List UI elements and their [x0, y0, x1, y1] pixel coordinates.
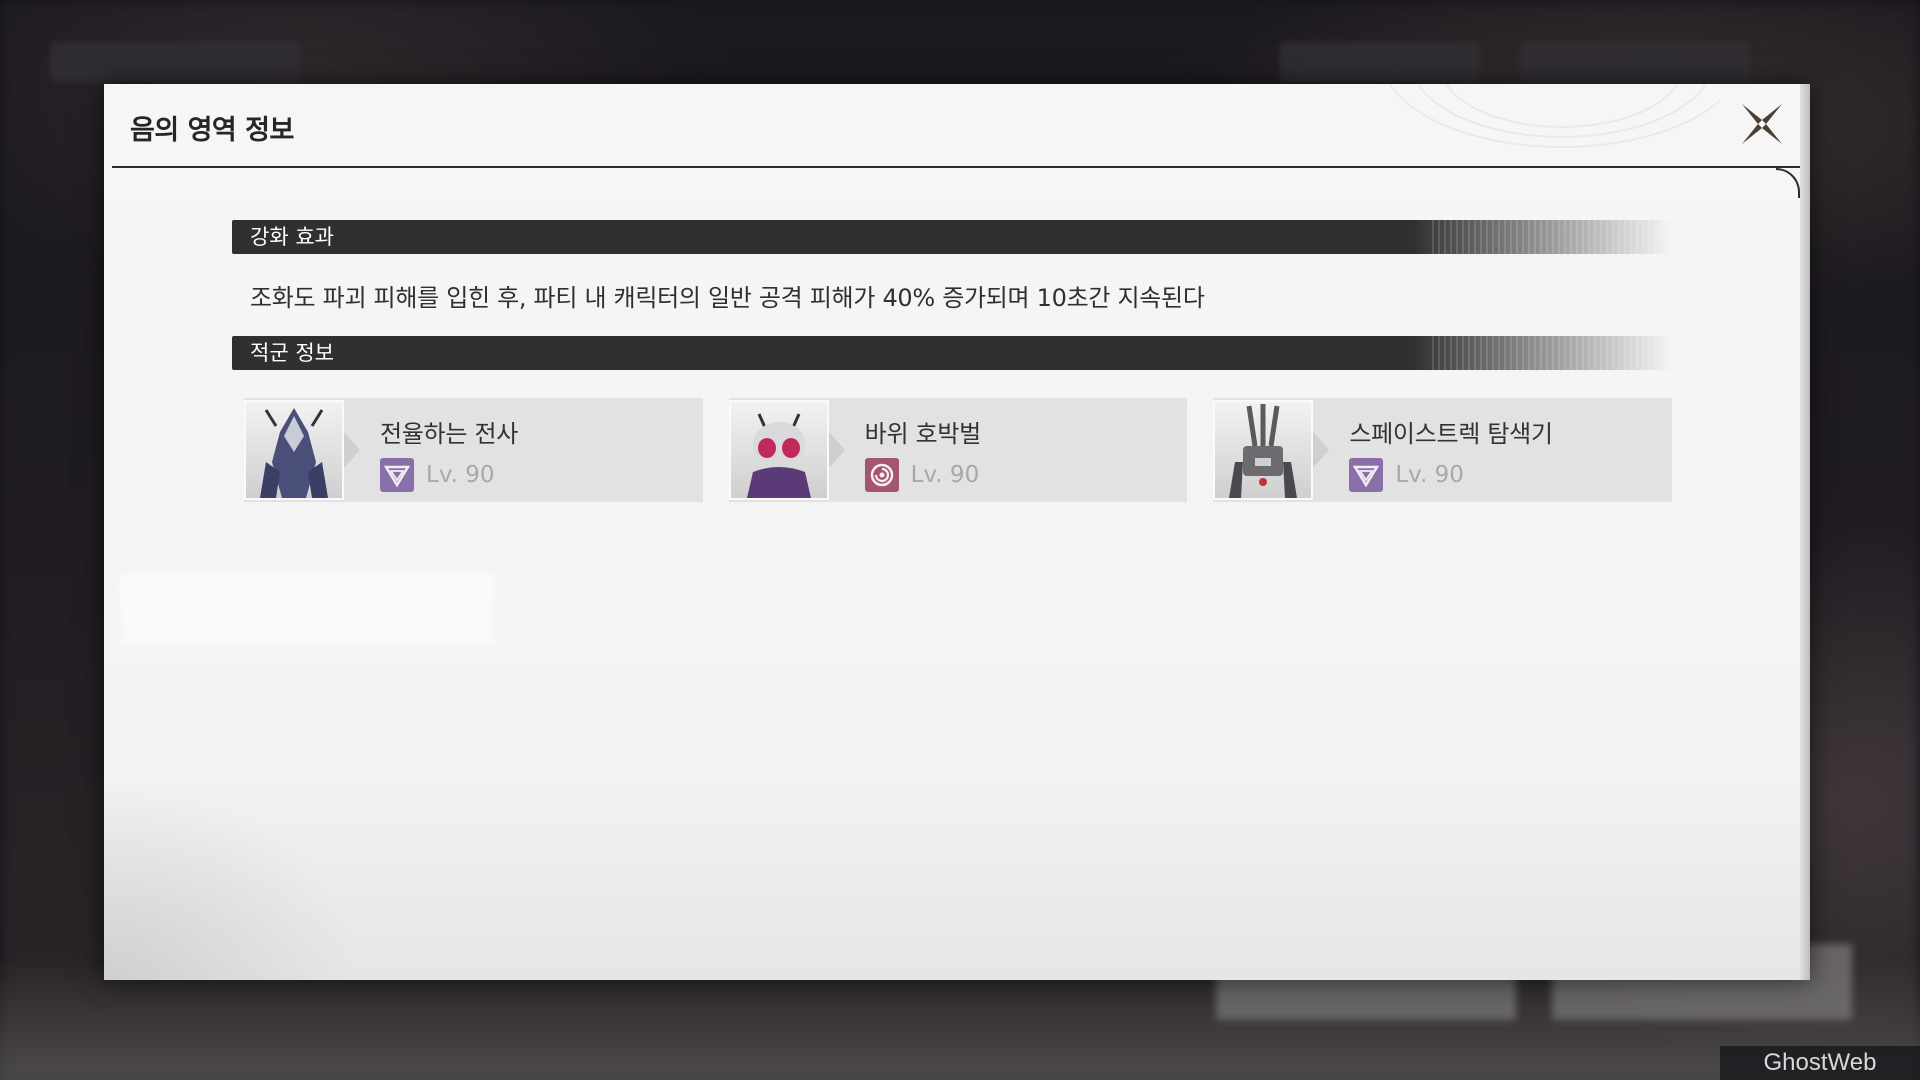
portrait-pointer — [828, 432, 845, 468]
buff-description: 조화도 파괴 피해를 입힌 후, 파티 내 캐릭터의 일반 공격 피해가 40%… — [250, 284, 1205, 312]
close-button[interactable] — [1736, 98, 1788, 150]
rock-bee-portrait — [728, 400, 829, 500]
armored-warrior-portrait — [244, 400, 344, 500]
enemy-card[interactable]: 전율하는 전사 Lv. 90 — [244, 398, 703, 502]
enemy-list: 전율하는 전사 Lv. 90 바위 호박벌 Lv. 90 스페이스트렉 탐색기 … — [232, 370, 1673, 502]
explorer-drone-portrait — [1213, 400, 1314, 500]
enemy-level: Lv. 90 — [1395, 462, 1464, 488]
spectro-attribute-icon — [380, 458, 414, 492]
close-x-icon — [1742, 104, 1782, 144]
background-currency-bar — [1280, 42, 1480, 82]
modal-content: 강화 효과 조화도 파괴 피해를 입힌 후, 파티 내 캐릭터의 일반 공격 피… — [232, 220, 1673, 502]
portrait-pointer — [1313, 432, 1330, 468]
portrait-pointer — [344, 432, 360, 468]
header-decoration — [1340, 84, 1720, 164]
enemy-level: Lv. 90 — [426, 462, 495, 488]
enemy-level: Lv. 90 — [910, 462, 980, 488]
modal-header: 음의 영역 정보 — [104, 84, 1810, 166]
modal-title: 음의 영역 정보 — [130, 115, 294, 146]
spectro-attribute-icon — [1349, 458, 1384, 492]
watermark: GhostWeb — [1720, 1046, 1920, 1080]
enemy-section-title: 적군 정보 — [250, 341, 334, 365]
modal-faded-panel — [120, 572, 496, 646]
enemy-name: 스페이스트렉 탐색기 — [1349, 420, 1553, 448]
aero-attribute-icon — [864, 458, 899, 492]
modal-right-rail — [1800, 84, 1810, 980]
enemy-info-modal: 음의 영역 정보 강화 효과 조화도 파괴 피해를 입힌 후, 파티 내 캐릭터… — [104, 84, 1810, 980]
enemy-card[interactable]: 바위 호박벌 Lv. 90 — [728, 398, 1188, 502]
background-top-left-bar — [50, 42, 300, 82]
background-record-bar — [1520, 42, 1750, 82]
buff-section-title: 강화 효과 — [250, 225, 334, 249]
enemy-name: 바위 호박벌 — [864, 420, 982, 448]
buff-section-header: 강화 효과 — [232, 220, 1672, 254]
enemy-section-header: 적군 정보 — [232, 336, 1672, 370]
enemy-card[interactable]: 스페이스트렉 탐색기 Lv. 90 — [1213, 398, 1673, 502]
enemy-name: 전율하는 전사 — [380, 420, 519, 448]
header-divider-curve — [1776, 168, 1800, 198]
modal-corner-texture — [104, 780, 364, 980]
header-divider — [112, 166, 1800, 168]
